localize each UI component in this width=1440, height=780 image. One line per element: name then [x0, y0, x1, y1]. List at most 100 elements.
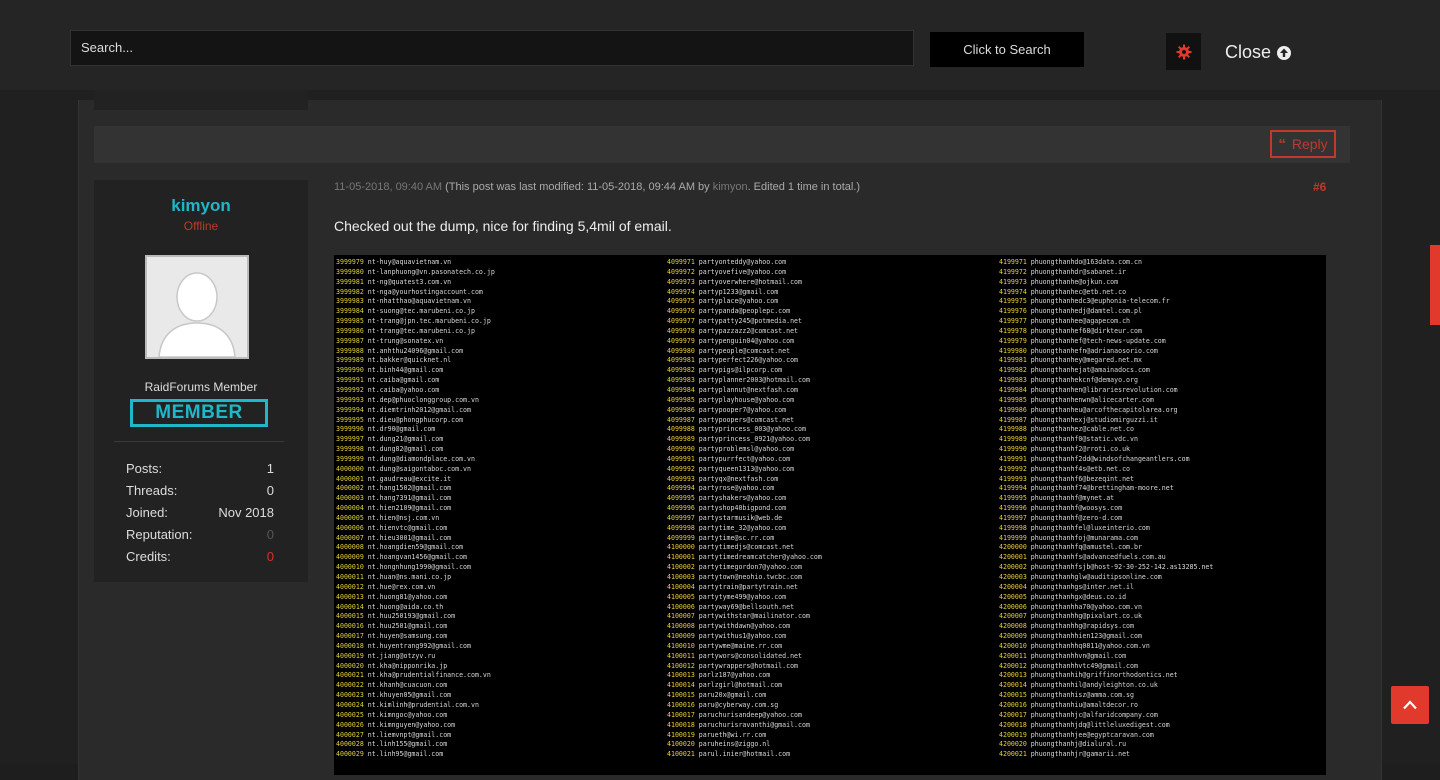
dump-line-email: nt.dieu@phongphucorp.com: [363, 415, 464, 424]
reply-button[interactable]: “ Reply: [1270, 130, 1336, 158]
dump-line-email: nt.hongnhung1990@gmail.com: [363, 563, 471, 572]
dump-line-email: nt.dep@phuoclonggroup.com.vn: [363, 395, 479, 404]
username[interactable]: kimyon: [94, 196, 308, 216]
dump-line-email: partywithstar@mailinator.com: [694, 612, 810, 621]
dump-line: 4000005 nt.hien@nsj.com.vn: [336, 514, 495, 524]
dump-line: 4099988 partyprincess_003@yahoo.com: [667, 425, 822, 435]
stat-posts: Posts: 1: [126, 458, 274, 480]
dump-line-email: nt.huyentrang992@gmail.com: [363, 641, 471, 650]
dump-line-number: 4099997: [667, 513, 695, 522]
dump-line-number: 4000005: [336, 513, 364, 522]
dump-line: 3999997 nt.dung21@gmail.com: [336, 435, 495, 445]
close-search-button[interactable]: Close: [1225, 42, 1292, 63]
dump-line-email: nt.binh44@gmail.com: [363, 366, 444, 375]
rank-title: RaidForums Member: [144, 380, 258, 394]
dump-line-number: 4000002: [336, 484, 364, 493]
dump-line-number: 4000015: [336, 612, 364, 621]
dump-line: 4000029 nt.linh95@gmail.com: [336, 750, 495, 760]
dump-line: 4200007 phuongthanhhg@pixalart.co.uk: [999, 612, 1213, 622]
dump-line-email: partypanda@peoplepc.com: [694, 307, 791, 316]
dump-line-email: partypazzazz2@comcast.net: [694, 326, 799, 335]
search-button[interactable]: Click to Search: [930, 32, 1084, 67]
dump-line-number: 4099980: [667, 346, 695, 355]
dump-line-number: 4100003: [667, 573, 695, 581]
dump-line-email: phuongthanhenwn@alicecarter.com: [1026, 395, 1154, 404]
dump-line-email: nt.khanh@cuacuon.com: [363, 681, 448, 690]
dump-screenshot: 3999979 nt-huy@aquavietnam.vn 3999980 nt-…: [334, 255, 1326, 775]
dump-line-email: phuongthanhf74@brettingham-moore.net: [1026, 484, 1174, 493]
dump-line: 3999983 nt-nhatthao@aquavietnam.vn: [336, 297, 495, 307]
dump-line-email: partypenguin04@yahoo.com: [694, 336, 795, 345]
dump-line-number: 4200019: [999, 730, 1027, 739]
dump-line-email: phuongthanhe@ojkun.com: [1026, 277, 1119, 286]
stat-value[interactable]: 0: [267, 546, 274, 568]
stat-value[interactable]: 0: [267, 524, 274, 546]
dump-line-email: phuongthanhgs@inter.net.il: [1026, 582, 1134, 591]
dump-line: 4199978 phuongthanhef68@dirkteur.com: [999, 327, 1213, 337]
dump-line-number: 4099994: [667, 484, 695, 493]
dump-line-number: 4099998: [667, 523, 695, 532]
dump-line-number: 4199979: [999, 336, 1027, 345]
dump-line-number: 4200000: [999, 543, 1027, 552]
dump-line: 4100000 partytimedjs@comcast.net: [667, 543, 822, 553]
dump-line: 4099985 partyplayhouse@yahoo.com: [667, 396, 822, 406]
dump-line: 4199971 phuongthanhdo@163data.com.cn: [999, 258, 1213, 268]
dump-line-email: nt.dung82@gmail.com: [363, 445, 444, 454]
scroll-to-top-button[interactable]: [1391, 686, 1429, 724]
dump-line-email: phuongthanhf2@rroti.co.uk: [1026, 445, 1131, 454]
dump-line-email: partytimegordon7@yahoo.com: [694, 563, 802, 572]
modified-note: (This post was last modified: 11-05-2018…: [445, 181, 710, 193]
dump-line-email: phuongthanhfs@advancedfuels.com.au: [1026, 553, 1166, 562]
dump-line-email: nt.dung@saigontaboc.com.vn: [363, 464, 471, 473]
dump-line-email: phuongthanhf@mynet.at: [1026, 494, 1115, 503]
dump-line-number: 4199988: [999, 425, 1027, 434]
dump-column: 4099971 partyonteddy@yahoo.com 4099972 pa…: [667, 258, 822, 760]
side-feedback-tab[interactable]: [1430, 245, 1440, 325]
dump-line-email: nt.hien2109@gmail.com: [363, 504, 452, 513]
dump-line-number: 4200010: [999, 641, 1027, 650]
dump-line: 3999998 nt.dung82@gmail.com: [336, 445, 495, 455]
dump-line-email: nt.kha@nipponrika.jp: [363, 661, 448, 670]
user-panel: kimyon Offline RaidForums Member MEMBER …: [94, 180, 308, 582]
dump-line-email: partywithus1@yahoo.com: [694, 632, 787, 641]
dump-line: 4199972 phuongthanhdr@sabanet.ir: [999, 268, 1213, 278]
settings-button[interactable]: [1166, 33, 1201, 70]
dump-line: 3999995 nt.dieu@phongphucorp.com: [336, 416, 495, 426]
dump-line-email: partywithdawn@yahoo.com: [694, 622, 791, 631]
dump-line-number: 4100018: [667, 720, 695, 729]
dump-line: 4200015 phuongthanhisz@amma.com.sg: [999, 691, 1213, 701]
dump-line-number: 4200016: [999, 700, 1027, 709]
dump-line-number: 4099990: [667, 445, 695, 454]
modified-by-link[interactable]: kimyon: [713, 181, 748, 193]
dump-line-number: 4200020: [999, 740, 1027, 749]
dump-line: 4200013 phuongthanhih@griffinorthodontic…: [999, 671, 1213, 681]
dump-line: 4100009 partywithus1@yahoo.com: [667, 632, 822, 642]
avatar[interactable]: [145, 255, 249, 359]
search-input[interactable]: Search...: [70, 30, 914, 66]
dump-line-number: 4000017: [336, 632, 364, 641]
dump-line-email: phuongthanhdo@163data.com.cn: [1026, 258, 1142, 266]
dump-line-number: 4199997: [999, 513, 1027, 522]
stat-label: Threads:: [126, 483, 178, 498]
dump-line-number: 4099989: [667, 435, 695, 444]
dump-line-email: phuongthanhee@agapecom.ch: [1026, 317, 1131, 326]
dump-line-number: 4099981: [667, 356, 695, 365]
dump-line-number: 4199984: [999, 385, 1027, 394]
dump-line: 4200014 phuongthanhil@andyleighton.co.uk: [999, 681, 1213, 691]
dump-line: 4099973 partyoverwhere@hotmail.com: [667, 278, 822, 288]
dump-line-email: parlz187@yahoo.com: [694, 671, 771, 680]
dump-line: 4099978 partypazzazz2@comcast.net: [667, 327, 822, 337]
dump-line: 4199980 phuongthanhefn@adrianaosorio.com: [999, 347, 1213, 357]
dump-line: 4199999 phuongthanhfoj@munarama.com: [999, 534, 1213, 544]
dump-line-number: 4000007: [336, 533, 364, 542]
chevron-up-icon: [1403, 700, 1417, 710]
dump-line-number: 3999994: [336, 405, 364, 414]
dump-line-number: 4099993: [667, 474, 695, 483]
dump-line-number: 4000020: [336, 661, 364, 670]
dump-line-number: 4099973: [667, 277, 695, 286]
dump-line-number: 4100015: [667, 691, 695, 700]
stat-value: Nov 2018: [218, 505, 274, 520]
dump-line-email: phuongthanhfsjb@host-92-30-252-142.as132…: [1026, 563, 1214, 572]
dump-line: 4000020 nt.kha@nipponrika.jp: [336, 662, 495, 672]
post-number-link[interactable]: #6: [1313, 180, 1326, 194]
